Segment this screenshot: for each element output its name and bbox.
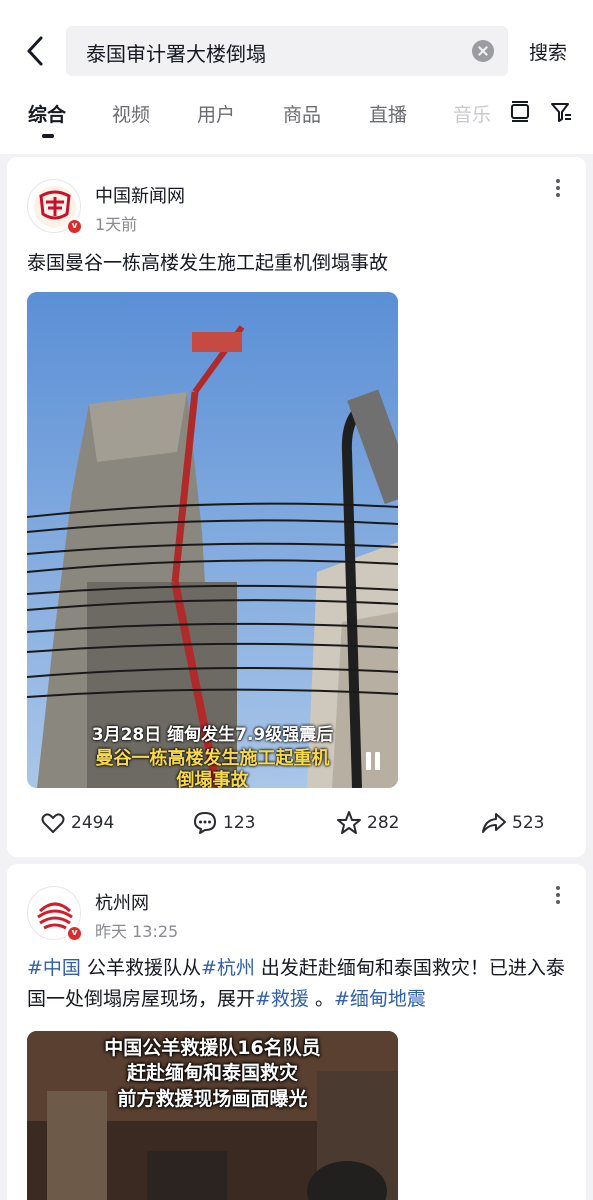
post-card[interactable]: v 中国新闻网 1天前 泰国曼谷一栋高楼发生施工起重机倒塌事故 3月28日 缅甸… [7,157,586,857]
share-button[interactable]: 523 [481,805,544,841]
post-actions: 2494 123 282 523 [7,805,586,841]
post-text[interactable]: #中国 公羊救援队从#杭州 出发赶赴缅甸和泰国救灾！已进入泰国一处倒塌房屋现场，… [27,953,567,1015]
search-header: 泰国审计署大楼倒塌 搜索 [0,0,593,92]
share-count: 523 [512,813,545,833]
share-icon [482,813,506,833]
clear-icon[interactable] [472,40,494,62]
tab-users[interactable]: 用户 [197,100,235,127]
like-button[interactable]: 2494 [40,805,114,841]
search-button[interactable]: 搜索 [529,38,567,65]
search-input[interactable]: 泰国审计署大楼倒塌 [66,26,508,76]
filter-icon[interactable] [549,100,573,124]
pause-icon[interactable] [365,752,381,770]
hashtag-link[interactable]: #杭州 [201,957,255,979]
comment-button[interactable]: 123 [192,805,255,841]
search-query[interactable]: 泰国审计署大楼倒塌 [86,38,266,67]
more-icon[interactable] [555,179,561,201]
video-caption-line1: 中国公羊救援队16名队员 [104,1037,321,1059]
post-text[interactable]: 泰国曼谷一栋高楼发生施工起重机倒塌事故 [27,248,567,279]
author-name[interactable]: 中国新闻网 [95,182,185,208]
verified-icon: v [66,925,83,942]
post-text-segment: 。 [308,988,334,1010]
tab-comprehensive[interactable]: 综合 [28,100,66,127]
tab-video[interactable]: 视频 [112,100,150,127]
post-text-segment: 公羊救援队从 [80,957,201,979]
post-time: 昨天 13:25 [95,922,179,941]
favorite-button[interactable]: 282 [336,805,399,841]
video-caption-line2: 赶赴缅甸和泰国救灾 [126,1062,298,1084]
comment-count: 123 [223,813,256,833]
favorite-count: 282 [367,813,400,833]
author-name[interactable]: 杭州网 [95,889,149,915]
tab-bar: 综合 视频 用户 商品 直播 音乐 [0,92,593,154]
crane-scene-image [27,292,398,788]
tab-goods[interactable]: 商品 [283,100,321,127]
video-caption-line1: 3月28日 缅甸发生7.9级强震后 [91,725,334,745]
tab-live[interactable]: 直播 [369,100,407,127]
post-time: 1天前 [95,215,138,234]
heart-icon [41,813,65,833]
hashtag-link[interactable]: #缅甸地震 [334,988,426,1010]
hashtag-link[interactable]: #中国 [27,957,81,979]
back-arrow-icon[interactable] [22,33,50,69]
verified-icon: v [66,218,83,235]
hashtag-link[interactable]: #救援 [255,988,309,1010]
more-icon[interactable] [555,886,561,908]
video-caption-line3: 倒塌事故 [176,770,249,788]
like-count: 2494 [71,813,115,833]
grid-layout-icon[interactable] [508,100,532,124]
video-caption-line3: 前方救援现场画面曝光 [117,1088,308,1110]
comment-icon [194,812,216,834]
active-tab-indicator [42,134,54,138]
video-thumbnail[interactable]: 3月28日 缅甸发生7.9级强震后 曼谷一栋高楼发生施工起重机 倒塌事故 [27,292,398,788]
post-card[interactable]: v 杭州网 昨天 13:25 #中国 公羊救援队从#杭州 出发赶赴缅甸和泰国救灾… [7,864,586,1200]
video-thumbnail[interactable]: 中国公羊救援队16名队员 赶赴缅甸和泰国救灾 前方救援现场画面曝光 [27,1031,398,1200]
tab-music[interactable]: 音乐 [453,100,491,127]
star-icon [337,811,361,834]
